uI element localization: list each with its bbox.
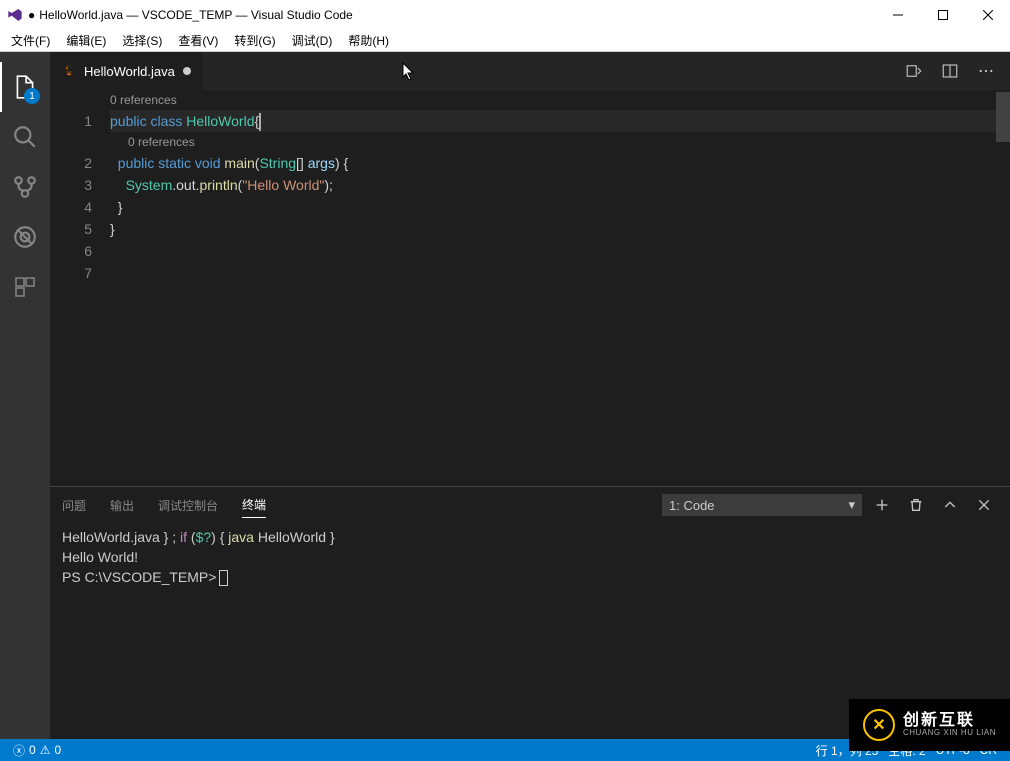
linenum: 5 [50,218,92,240]
minimize-button[interactable] [875,0,920,30]
editor-tabs: HelloWorld.java [50,52,1010,90]
terminal-line: HelloWorld.java } ; if ($?) { java Hello… [62,527,998,547]
titlebar: ● HelloWorld.java — VSCODE_TEMP — Visual… [0,0,1010,30]
codelens-refs[interactable]: 0 references [110,132,996,152]
linenum: 6 [50,240,92,262]
activity-search[interactable] [0,112,50,162]
linenum: 1 [50,110,92,132]
warning-icon: ⚠ [40,743,51,757]
terminal-selector[interactable]: 1: Code▾ [662,494,862,516]
code-line: } [110,218,996,240]
activity-scm[interactable] [0,162,50,212]
close-button[interactable] [965,0,1010,30]
vscode-icon [6,6,24,24]
codelens-refs[interactable]: 0 references [110,90,996,110]
watermark-en: CHUANG XIN HU LIAN [903,729,996,737]
activity-explorer[interactable]: 1 [0,62,50,112]
split-editor-button[interactable] [936,57,964,85]
watermark-logo-icon: ✕ [863,709,895,741]
new-terminal-button[interactable] [868,491,896,519]
code-line: public static void main(String[] args) { [110,152,996,174]
terminal-line: PS C:\VSCODE_TEMP> [62,567,998,587]
status-errors[interactable]: ⓧ 0 ⚠ 0 [8,742,66,759]
activity-extensions[interactable] [0,262,50,312]
code-editor[interactable]: 1 2 3 4 5 6 7 0 references public class … [50,90,1010,486]
maximize-panel-button[interactable] [936,491,964,519]
menu-file[interactable]: 文件(F) [3,30,58,51]
tab-helloworld[interactable]: HelloWorld.java [50,52,203,90]
panel-tabs: 问题 输出 调试控制台 终端 1: Code▾ [50,487,1010,523]
watermark: ✕ 创新互联 CHUANG XIN HU LIAN [849,699,1010,751]
menu-view[interactable]: 查看(V) [170,30,226,51]
panel-tab-problems[interactable]: 问题 [62,493,86,518]
terminal-cursor-icon [219,570,228,586]
title-dirty-dot: ● [28,8,35,22]
panel-tab-debug-console[interactable]: 调试控制台 [158,493,218,518]
activitybar: 1 [0,52,50,739]
code-line: public class HelloWorld{ [110,110,996,132]
menu-edit[interactable]: 编辑(E) [58,30,114,51]
menu-debug[interactable]: 调试(D) [284,30,341,51]
explorer-badge: 1 [24,88,40,104]
menu-go[interactable]: 转到(G) [226,30,283,51]
menubar: 文件(F) 编辑(E) 选择(S) 查看(V) 转到(G) 调试(D) 帮助(H… [0,30,1010,52]
tab-label: HelloWorld.java [84,64,175,79]
dirty-indicator-icon [183,67,191,75]
linenum: 2 [50,152,92,174]
panel-tab-terminal[interactable]: 终端 [242,492,266,518]
terminal-line: Hello World! [62,547,998,567]
editor-group: HelloWorld.java 1 2 3 4 5 6 7 [50,52,1010,739]
maximize-button[interactable] [920,0,965,30]
error-icon: ⓧ [13,742,25,759]
menu-selection[interactable]: 选择(S) [114,30,170,51]
panel-tab-output[interactable]: 输出 [110,493,134,518]
more-actions-button[interactable] [972,57,1000,85]
workbench: 1 HelloWorld.java [0,52,1010,739]
code-content: 0 references public class HelloWorld{ 0 … [110,90,996,486]
activity-debug[interactable] [0,212,50,262]
watermark-cn: 创新互联 [903,713,996,729]
vertical-scrollbar[interactable] [996,90,1010,486]
kill-terminal-button[interactable] [902,491,930,519]
linenum: 7 [50,262,92,284]
window-title: HelloWorld.java — VSCODE_TEMP — Visual S… [39,8,352,22]
linenum: 3 [50,174,92,196]
code-line: } [110,196,996,218]
close-panel-button[interactable] [970,491,998,519]
linenum: 4 [50,196,92,218]
code-line [110,240,996,262]
compare-changes-button[interactable] [900,57,928,85]
menu-help[interactable]: 帮助(H) [340,30,397,51]
code-line [110,262,996,284]
code-line: System.out.println("Hello World"); [110,174,996,196]
line-gutter: 1 2 3 4 5 6 7 [50,90,110,486]
java-file-icon [62,63,76,80]
